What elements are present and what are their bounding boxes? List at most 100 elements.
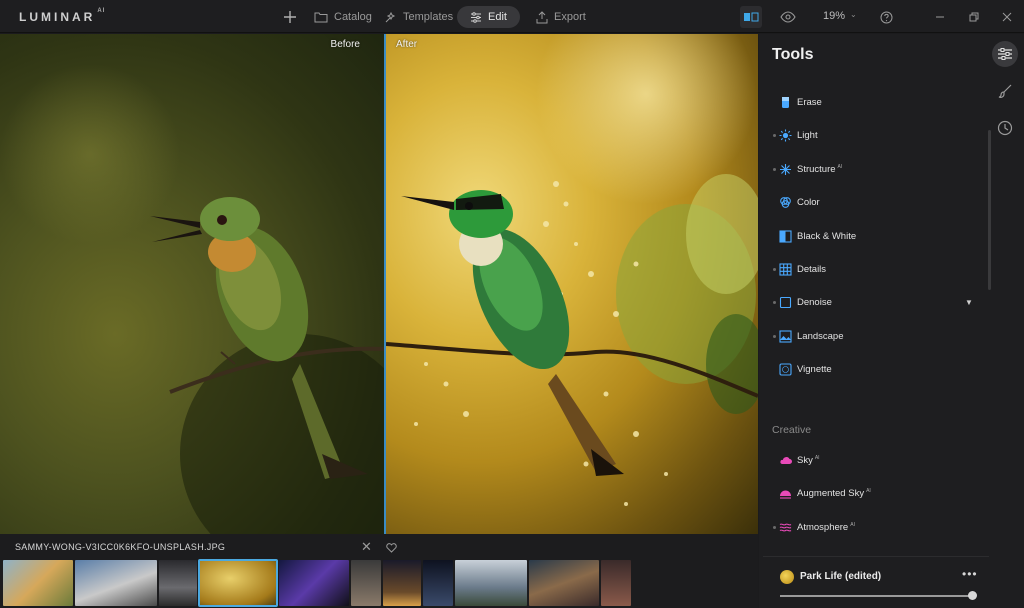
- slider-handle[interactable]: [968, 591, 977, 600]
- tool-label-text: Vignette: [797, 364, 832, 376]
- tool-sky[interactable]: Sky AI: [759, 448, 987, 474]
- panel-scrollbar[interactable]: [988, 130, 991, 290]
- eye-icon[interactable]: [779, 8, 797, 26]
- tool-label-text: Erase: [797, 97, 822, 108]
- thumbnail[interactable]: [3, 560, 73, 606]
- tool-label-text: Atmosphere: [797, 521, 849, 533]
- filename: SAMMY-WONG-V3ICC0K6KFO-UNSPLASH.JPG: [15, 542, 226, 552]
- black-white-icon: [779, 230, 792, 243]
- brush-icon[interactable]: [992, 78, 1018, 104]
- compare-icon: [744, 12, 759, 22]
- tool-label: Details: [797, 264, 826, 275]
- thumbnail[interactable]: [75, 560, 157, 606]
- more-options-icon[interactable]: •••: [962, 567, 978, 581]
- add-icon[interactable]: [281, 8, 299, 26]
- heart-icon[interactable]: [386, 540, 397, 558]
- tool-label-text: Color: [797, 197, 820, 209]
- export-label: Export: [554, 11, 586, 23]
- tools-tab-icon[interactable]: [992, 41, 1018, 67]
- tool-label: Augmented Sky AI: [797, 488, 871, 499]
- tool-edited-dot: [773, 301, 776, 305]
- tool-landscape[interactable]: Landscape: [759, 324, 987, 350]
- tool-vignette[interactable]: Vignette: [759, 357, 987, 383]
- tool-label-text: Light: [797, 130, 818, 142]
- tool-label: Sky AI: [797, 455, 820, 466]
- tool-edited-dot: [773, 268, 776, 271]
- top-bar: LUMINAR AI Catalog Templates Edit Export …: [0, 0, 1024, 33]
- thumbnail[interactable]: [529, 560, 599, 606]
- photo-canvas[interactable]: Before After: [0, 34, 758, 534]
- sliders-icon: [471, 11, 481, 23]
- thumbnail-selected[interactable]: [198, 559, 278, 607]
- tool-label: Structure AI: [797, 164, 842, 175]
- tool-details[interactable]: Details: [759, 257, 987, 283]
- thumbnail[interactable]: [279, 560, 349, 606]
- thumbnail[interactable]: [351, 560, 381, 606]
- chevron-down-icon[interactable]: ⌄: [850, 10, 857, 19]
- panel-title: Tools: [772, 46, 814, 63]
- tool-label: Vignette: [797, 364, 832, 375]
- restore-icon[interactable]: [965, 8, 983, 26]
- templates-icon: [385, 11, 396, 22]
- tool-black-white[interactable]: Black & White: [759, 224, 987, 250]
- folder-icon: [314, 12, 328, 23]
- compare-view-button[interactable]: [740, 6, 762, 28]
- tool-label: Black & White: [797, 231, 856, 242]
- tool-augmented-sky[interactable]: Augmented Sky AI: [759, 481, 987, 507]
- tool-label-text: Black & White: [797, 230, 857, 242]
- before-label: Before: [330, 39, 360, 50]
- thumbnail[interactable]: [601, 560, 631, 606]
- tool-structure[interactable]: Structure AI: [759, 157, 987, 183]
- preset-amount-slider[interactable]: [780, 591, 977, 600]
- tool-denoise[interactable]: Denoise ▼: [759, 290, 987, 316]
- vignette-icon: [779, 363, 792, 376]
- ai-badge: AI: [814, 455, 820, 461]
- tool-edited-dot: [773, 167, 776, 171]
- tool-edited-dot: [773, 334, 776, 338]
- app-logo: LUMINAR AI: [19, 8, 106, 24]
- catalog-label: Catalog: [334, 11, 372, 23]
- help-icon[interactable]: [877, 8, 895, 26]
- tool-label-text: Denoise: [797, 297, 832, 309]
- thumbnail[interactable]: [159, 560, 197, 606]
- edit-button[interactable]: Edit: [457, 6, 520, 28]
- tool-label-text: Landscape: [797, 330, 844, 342]
- ai-badge: AI: [850, 521, 855, 528]
- zoom-level[interactable]: 19%: [823, 10, 845, 22]
- tool-atmosphere[interactable]: Atmosphere AI: [759, 515, 987, 541]
- preset-icon: [780, 570, 794, 584]
- preset-name[interactable]: Park Life (edited): [800, 571, 881, 582]
- export-button[interactable]: Export: [528, 6, 594, 28]
- catalog-button[interactable]: Catalog: [306, 6, 380, 28]
- templates-button[interactable]: Templates: [376, 6, 461, 28]
- expand-chevron-icon[interactable]: ▼: [965, 298, 973, 307]
- ai-badge: AI: [866, 488, 871, 495]
- export-icon: [536, 10, 548, 23]
- sky-icon: [779, 454, 792, 467]
- tool-label: Landscape: [797, 331, 843, 342]
- tool-label: Denoise: [797, 297, 832, 308]
- minimize-icon[interactable]: [931, 8, 949, 26]
- color-icon: [779, 196, 792, 209]
- creative-section-title: Creative: [772, 424, 812, 436]
- history-icon[interactable]: [992, 115, 1018, 141]
- after-image: After: [386, 34, 758, 534]
- tool-erase[interactable]: Erase: [759, 90, 987, 116]
- tool-label: Light: [797, 130, 818, 141]
- thumbnail[interactable]: [423, 560, 453, 606]
- thumbnail[interactable]: [383, 560, 421, 606]
- tool-label-text: Sky: [797, 455, 813, 467]
- erase-icon: [779, 96, 792, 109]
- tool-color[interactable]: Color: [759, 190, 987, 216]
- edit-label: Edit: [488, 11, 507, 23]
- close-filmstrip-icon[interactable]: ✕: [361, 539, 372, 555]
- tool-label-text: Augmented Sky: [797, 488, 865, 500]
- preset-bar: Park Life (edited) •••: [763, 556, 989, 608]
- templates-label: Templates: [403, 11, 454, 23]
- tool-edited-dot: [773, 525, 776, 529]
- close-icon[interactable]: [998, 8, 1016, 26]
- before-image: Before: [0, 34, 384, 534]
- thumbnail[interactable]: [455, 560, 527, 606]
- tool-light[interactable]: Light: [759, 123, 987, 149]
- augmented-sky-icon: [779, 487, 792, 500]
